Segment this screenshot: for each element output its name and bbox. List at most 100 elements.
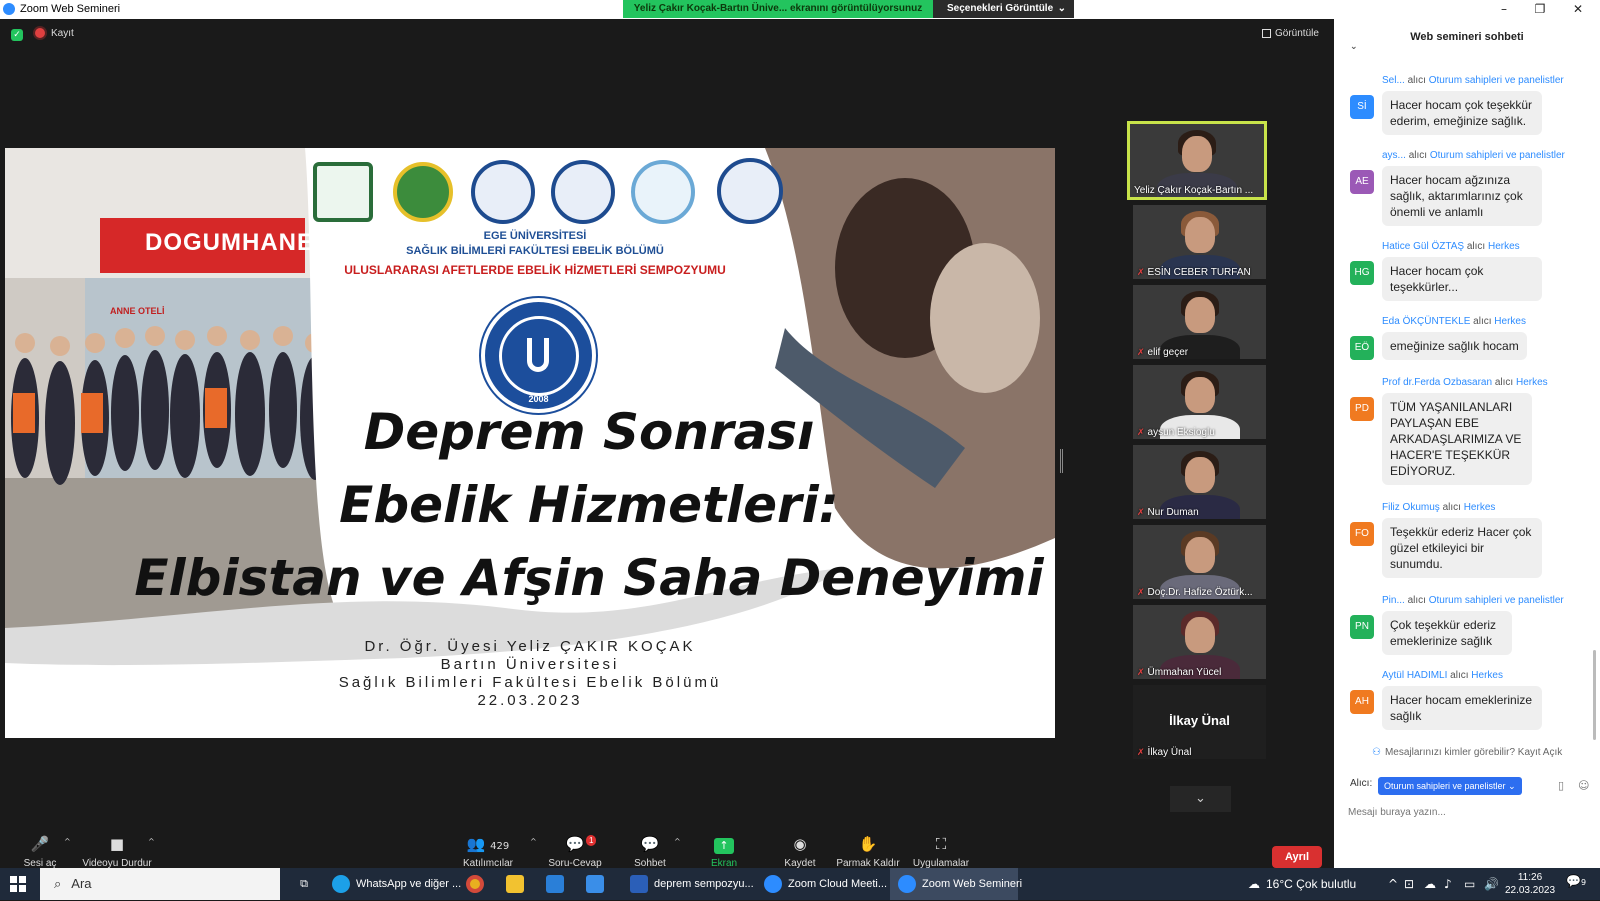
- message-meta: Prof dr.Ferda Ozbasaran alıcı Herkes: [1382, 377, 1548, 388]
- notification-count: 9: [1580, 878, 1587, 887]
- chat-scrollbar[interactable]: [1593, 650, 1596, 740]
- store-icon[interactable]: [546, 868, 570, 900]
- splitter-handle[interactable]: [1060, 449, 1063, 473]
- windows-start-icon[interactable]: [10, 876, 26, 892]
- sender-name[interactable]: Aytül HADIMLI: [1382, 670, 1447, 681]
- chevron-down-icon[interactable]: ⌄: [1350, 29, 1358, 65]
- chrome-icon[interactable]: [466, 868, 490, 900]
- minimize-button[interactable]: –: [1486, 0, 1522, 19]
- apps-button[interactable]: ⛶ Uygulamalar: [912, 835, 970, 869]
- sender-name[interactable]: Hatice Gül ÖZTAŞ: [1382, 241, 1464, 252]
- participant-count: 429: [490, 841, 510, 852]
- recording-indicator[interactable]: Kayıt: [35, 28, 74, 39]
- sender-name[interactable]: ays...: [1382, 150, 1406, 161]
- leave-button[interactable]: Ayrıl: [1272, 846, 1322, 868]
- stop-video-button[interactable]: ■ Videoyu Durdur ^: [80, 835, 154, 869]
- mail-icon[interactable]: [586, 868, 610, 900]
- message-meta: Aytül HADIMLI alıcı Herkes: [1382, 670, 1503, 681]
- participant-name: Yeliz Çakır Koçak-Bartın ...: [1134, 185, 1254, 196]
- view-button[interactable]: Görüntüle: [1262, 28, 1319, 39]
- slide-title-line3: Elbistan ve Afşin Saha Deneyimi: [134, 549, 1044, 607]
- to-word: alıcı: [1407, 75, 1426, 86]
- sender-name[interactable]: Prof dr.Ferda Ozbasaran: [1382, 377, 1492, 388]
- taskbar-app-label: Zoom Web Semineri: [922, 878, 1023, 890]
- avatar: PD: [1350, 397, 1374, 421]
- apps-icon: ⛶: [935, 835, 947, 853]
- microphone-icon[interactable]: ♪: [1444, 877, 1452, 891]
- sender-name[interactable]: Sel...: [1382, 75, 1405, 86]
- participant-tile[interactable]: ✗ elif geçer: [1133, 285, 1266, 359]
- taskbar-app-whatsapp[interactable]: WhatsApp ve diğer ...: [328, 868, 461, 900]
- participant-tile[interactable]: İlkay Ünal ✗ İlkay Ünal: [1133, 685, 1266, 759]
- gallery-scroll-down-button[interactable]: ⌄: [1170, 786, 1231, 812]
- search-icon: ⌕: [54, 877, 62, 892]
- participants-button[interactable]: 👥 429 Katılımcılar ^: [462, 835, 537, 869]
- volume-icon[interactable]: 🔊: [1484, 877, 1499, 891]
- recipient-dropdown[interactable]: Oturum sahipleri ve panelistler ⌄: [1378, 777, 1522, 795]
- participant-name-text: Doç.Dr. Hafize Öztürk...: [1147, 587, 1253, 598]
- view-options-label: Seçenekleri Görüntüle: [947, 3, 1054, 14]
- taskbar-app-zoom-webinar[interactable]: Zoom Web Semineri: [890, 868, 1022, 900]
- taskbar-app-zoom-cloud[interactable]: Zoom Cloud Meeti...: [760, 868, 887, 900]
- onedrive-icon[interactable]: ☁: [1424, 877, 1436, 891]
- to-word: alıcı: [1442, 502, 1461, 513]
- chevron-up-icon[interactable]: ^: [1388, 877, 1398, 891]
- emoji-icon[interactable]: ☺: [1578, 779, 1589, 792]
- share-screen-icon: ↑: [688, 835, 760, 854]
- sender-name[interactable]: Filiz Okumuş: [1382, 502, 1440, 513]
- grid-icon: [1262, 28, 1271, 38]
- message-meta: Eda ÖKÇÜNTEKLE alıcı Herkes: [1382, 316, 1526, 327]
- raise-hand-button[interactable]: ✋ Parmak Kaldır: [836, 835, 900, 869]
- participant-tile[interactable]: ✗ Doç.Dr. Hafize Öztürk...: [1133, 525, 1266, 599]
- caret-up-icon[interactable]: ^: [674, 837, 681, 846]
- chat-button[interactable]: 💬 Sohbet ^: [630, 835, 681, 869]
- caret-up-icon[interactable]: ^: [64, 837, 71, 846]
- recipient-name: Oturum sahipleri ve panelistler: [1429, 150, 1565, 161]
- view-options-button[interactable]: Seçenekleri Görüntüle ⌄: [933, 0, 1074, 18]
- notification-center-icon[interactable]: 💬9: [1566, 874, 1586, 888]
- sender-name[interactable]: Pin...: [1382, 595, 1405, 606]
- taskbar-search[interactable]: ⌕ Ara: [40, 868, 280, 900]
- participant-name: ✗ elif geçer: [1137, 347, 1188, 358]
- weather-widget[interactable]: ☁ 16°C Çok bulutlu: [1248, 868, 1356, 900]
- participant-name-text: Nur Duman: [1147, 507, 1199, 518]
- sender-name[interactable]: Eda ÖKÇÜNTEKLE: [1382, 316, 1470, 327]
- avatar: PN: [1350, 615, 1374, 639]
- record-button[interactable]: ◉ Kaydet: [782, 835, 818, 869]
- qa-button[interactable]: 💬 1 Soru-Cevap: [548, 835, 602, 869]
- participant-tile[interactable]: ✗ Nur Duman: [1133, 445, 1266, 519]
- chat-message-input[interactable]: [1348, 802, 1588, 822]
- unmute-button[interactable]: 🎤 Sesi aç ^: [20, 835, 71, 869]
- participant-tile[interactable]: ✗ ESİN CEBER TURFAN: [1133, 205, 1266, 279]
- participant-tile[interactable]: ✗ Ümmahan Yücel: [1133, 605, 1266, 679]
- slide-title-line1: Deprem Sonrası: [363, 403, 815, 461]
- recipient-label: Alıcı:: [1350, 778, 1373, 789]
- taskbar-app-label: deprem sempozyu...: [654, 878, 754, 890]
- caret-up-icon[interactable]: ^: [148, 837, 155, 846]
- network-icon[interactable]: ▭: [1464, 877, 1475, 891]
- shield-icon[interactable]: ✓: [11, 29, 23, 41]
- chat-header: ⌄ Web semineri sohbeti: [1334, 19, 1600, 55]
- faculty-logo: [313, 162, 373, 222]
- task-view-icon[interactable]: ⧉: [292, 868, 316, 900]
- close-button[interactable]: ✕: [1560, 0, 1596, 19]
- restore-button[interactable]: ❐: [1522, 0, 1558, 19]
- caret-up-icon[interactable]: ^: [530, 837, 537, 846]
- slide-author: Dr. Öğr. Üyesi Yeliz ÇAKIR KOÇAK: [364, 638, 696, 655]
- taskbar-app-word[interactable]: deprem sempozyu...: [626, 868, 754, 900]
- chat-privacy-note[interactable]: ⚇ Mesajlarınızı kimler görebilir? Kayıt A…: [1372, 747, 1562, 758]
- mic-muted-icon: ✗: [1137, 507, 1145, 517]
- edge-icon: [332, 875, 350, 894]
- participant-tile[interactable]: ✗ aysun Eksioglu: [1133, 365, 1266, 439]
- zoom-app-icon: [3, 3, 15, 15]
- to-word: alıcı: [1407, 595, 1426, 606]
- participant-tile[interactable]: Yeliz Çakır Koçak-Bartın ...: [1127, 121, 1267, 200]
- device-icon[interactable]: ⊡: [1404, 877, 1414, 891]
- file-icon[interactable]: ▯: [1558, 779, 1564, 792]
- taskbar-clock[interactable]: 11:26 22.03.2023: [1500, 871, 1560, 897]
- to-word: alıcı: [1494, 377, 1514, 388]
- clock-time: 11:26: [1517, 872, 1543, 883]
- to-word: alıcı: [1473, 316, 1492, 327]
- file-explorer-icon[interactable]: [506, 868, 530, 900]
- chat-title: Web semineri sohbeti: [1410, 31, 1524, 43]
